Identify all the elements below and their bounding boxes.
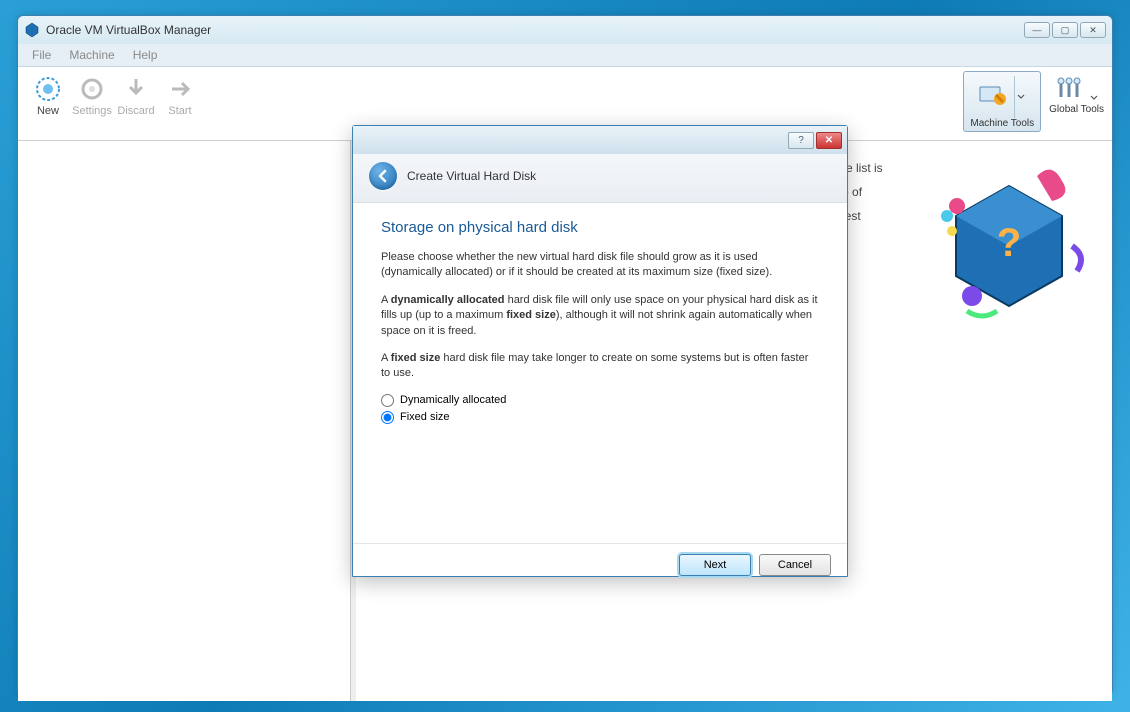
dialog-paragraph-1: Please choose whether the new virtual ha… (381, 250, 819, 281)
machine-tools-button[interactable]: Machine Tools (963, 71, 1041, 132)
new-button[interactable]: New (26, 71, 70, 119)
radio-fixed-size-label: Fixed size (400, 411, 450, 423)
dialog-paragraph-3: A fixed size hard disk file may take lon… (381, 351, 819, 382)
back-button[interactable] (369, 162, 397, 190)
radio-fixed-size-input[interactable] (381, 411, 394, 424)
global-tools-icon (1055, 93, 1088, 104)
dialog-paragraph-2: A dynamically allocated hard disk file w… (381, 293, 819, 339)
start-button[interactable]: Start (158, 71, 202, 119)
create-virtual-hard-disk-dialog: ? ✕ Create Virtual Hard Disk Storage on … (352, 125, 848, 577)
dialog-title: Create Virtual Hard Disk (407, 169, 536, 183)
gear-icon (76, 73, 108, 105)
menu-help[interactable]: Help (125, 46, 166, 64)
menu-file[interactable]: File (24, 46, 59, 64)
discard-label: Discard (117, 105, 154, 117)
radio-dynamically-allocated-label: Dynamically allocated (400, 394, 506, 406)
virtualbox-logo: ? (922, 156, 1097, 331)
dialog-heading: Storage on physical hard disk (381, 219, 819, 236)
menubar: File Machine Help (18, 44, 1112, 67)
app-icon (24, 22, 40, 38)
settings-button[interactable]: Settings (70, 71, 114, 119)
close-button[interactable]: ✕ (1080, 22, 1106, 38)
start-label: Start (168, 105, 191, 117)
dialog-footer: Next Cancel (353, 543, 847, 586)
dialog-help-button[interactable]: ? (788, 132, 814, 149)
dialog-titlebar[interactable]: ? ✕ (353, 126, 847, 154)
dialog-body: Storage on physical hard disk Please cho… (353, 203, 847, 543)
maximize-button[interactable]: ▢ (1052, 22, 1078, 38)
vm-list-panel[interactable] (18, 141, 351, 701)
radio-dynamically-allocated[interactable]: Dynamically allocated (381, 394, 819, 407)
next-button[interactable]: Next (679, 554, 751, 576)
window-title: Oracle VM VirtualBox Manager (46, 23, 1024, 37)
discard-icon (120, 73, 152, 105)
settings-label: Settings (72, 105, 112, 117)
start-icon (164, 73, 196, 105)
cancel-button[interactable]: Cancel (759, 554, 831, 576)
discard-button[interactable]: Discard (114, 71, 158, 119)
radio-dynamically-allocated-input[interactable] (381, 394, 394, 407)
global-tools-label: Global Tools (1049, 104, 1104, 115)
titlebar[interactable]: Oracle VM VirtualBox Manager — ▢ ✕ (18, 16, 1112, 44)
window-controls: — ▢ ✕ (1024, 22, 1106, 38)
new-label: New (37, 105, 59, 117)
new-icon (32, 73, 64, 105)
radio-fixed-size[interactable]: Fixed size (381, 411, 819, 424)
machine-tools-label: Machine Tools (970, 118, 1034, 129)
machine-tools-dropdown[interactable] (1014, 76, 1026, 118)
menu-machine[interactable]: Machine (61, 46, 122, 64)
svg-text:?: ? (997, 221, 1021, 265)
global-tools-button[interactable]: Global Tools (1049, 71, 1104, 132)
machine-tools-icon (978, 83, 1008, 112)
dialog-header: Create Virtual Hard Disk (353, 154, 847, 203)
dialog-close-button[interactable]: ✕ (816, 132, 842, 149)
minimize-button[interactable]: — (1024, 22, 1050, 38)
